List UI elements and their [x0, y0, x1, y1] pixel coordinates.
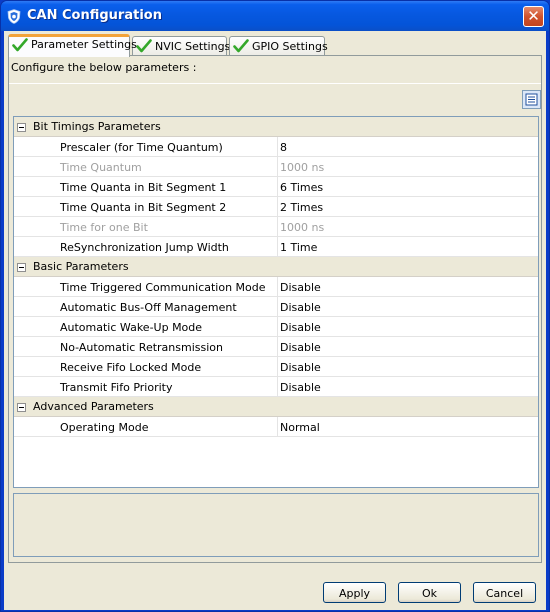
- param-value[interactable]: 2 Times: [280, 201, 323, 214]
- param-row-operating-mode[interactable]: Operating Mode Normal: [14, 417, 538, 437]
- param-row-wake-up-mode[interactable]: Automatic Wake-Up Mode Disable: [14, 317, 538, 337]
- tab-parameter-settings[interactable]: Parameter Settings: [8, 34, 137, 57]
- param-name: Automatic Wake-Up Mode: [60, 321, 203, 334]
- tab-nvic-settings[interactable]: NVIC Settings: [132, 36, 231, 56]
- view-toggle-button[interactable]: [522, 90, 541, 109]
- param-value[interactable]: Normal: [280, 421, 320, 434]
- check-icon: [233, 39, 249, 53]
- tab-label: Parameter Settings: [31, 38, 137, 51]
- param-name: Automatic Bus-Off Management: [60, 301, 237, 314]
- param-name: Transmit Fifo Priority: [60, 381, 173, 394]
- param-name: Time Quanta in Bit Segment 2: [60, 201, 227, 214]
- param-name: Time for one Bit: [60, 221, 148, 234]
- check-icon: [12, 38, 28, 52]
- param-name: Operating Mode: [60, 421, 149, 434]
- param-row-resync-jump-width[interactable]: ReSynchronization Jump Width 1 Time: [14, 237, 538, 257]
- param-row-time-for-one-bit: Time for one Bit 1000 ns: [14, 217, 538, 237]
- group-label: Basic Parameters: [33, 260, 129, 273]
- close-icon: ✕: [527, 7, 540, 25]
- param-value[interactable]: Disable: [280, 361, 321, 374]
- param-value[interactable]: Disable: [280, 381, 321, 394]
- param-row-prescaler[interactable]: Prescaler (for Time Quantum) 8: [14, 137, 538, 157]
- cancel-button[interactable]: Cancel: [473, 582, 536, 603]
- list-view-icon: [525, 93, 538, 106]
- group-header-advanced[interactable]: Advanced Parameters: [14, 397, 538, 417]
- param-name: No-Automatic Retransmission: [60, 341, 223, 354]
- collapse-icon[interactable]: [17, 403, 26, 412]
- group-header-basic[interactable]: Basic Parameters: [14, 257, 538, 277]
- param-value[interactable]: 1 Time: [280, 241, 317, 254]
- ok-button[interactable]: Ok: [398, 582, 461, 603]
- tab-label: GPIO Settings: [252, 40, 328, 53]
- param-name: Prescaler (for Time Quantum): [60, 141, 223, 154]
- param-value[interactable]: Disable: [280, 301, 321, 314]
- param-row-time-triggered-mode[interactable]: Time Triggered Communication Mode Disabl…: [14, 277, 538, 297]
- param-value: 1000 ns: [280, 161, 325, 174]
- param-row-bus-off-management[interactable]: Automatic Bus-Off Management Disable: [14, 297, 538, 317]
- param-name: ReSynchronization Jump Width: [60, 241, 229, 254]
- param-name: Time Quanta in Bit Segment 1: [60, 181, 227, 194]
- tab-strip: Parameter Settings NVIC Settings GPIO Se…: [8, 34, 542, 57]
- parameter-grid: Bit Timings Parameters Prescaler (for Ti…: [13, 116, 539, 488]
- param-value[interactable]: Disable: [280, 281, 321, 294]
- param-row-no-auto-retransmission[interactable]: No-Automatic Retransmission Disable: [14, 337, 538, 357]
- param-value[interactable]: Disable: [280, 321, 321, 334]
- title-bar[interactable]: CAN Configuration ✕: [1, 1, 549, 31]
- param-row-transmit-fifo-priority[interactable]: Transmit Fifo Priority Disable: [14, 377, 538, 397]
- param-row-time-quantum: Time Quantum 1000 ns: [14, 157, 538, 177]
- check-icon: [136, 39, 152, 53]
- group-header-bit-timings[interactable]: Bit Timings Parameters: [14, 117, 538, 137]
- close-button[interactable]: ✕: [523, 6, 544, 27]
- param-name: Receive Fifo Locked Mode: [60, 361, 202, 374]
- param-name: Time Triggered Communication Mode: [60, 281, 266, 294]
- group-label: Advanced Parameters: [33, 400, 154, 413]
- param-value[interactable]: 6 Times: [280, 181, 323, 194]
- tab-label: NVIC Settings: [155, 40, 231, 53]
- param-row-bit-segment-2[interactable]: Time Quanta in Bit Segment 2 2 Times: [14, 197, 538, 217]
- param-value[interactable]: Disable: [280, 341, 321, 354]
- collapse-icon[interactable]: [17, 263, 26, 272]
- tab-gpio-settings[interactable]: GPIO Settings: [229, 36, 328, 56]
- parameter-settings-panel: Configure the below parameters : Bit Tim…: [8, 55, 542, 563]
- param-row-receive-fifo-locked[interactable]: Receive Fifo Locked Mode Disable: [14, 357, 538, 377]
- divider: [9, 83, 541, 84]
- window-title: CAN Configuration: [27, 8, 162, 23]
- shield-icon: [7, 9, 21, 24]
- param-value[interactable]: 8: [280, 141, 287, 154]
- panel-description: Configure the below parameters :: [11, 61, 197, 74]
- param-name: Time Quantum: [60, 161, 142, 174]
- collapse-icon[interactable]: [17, 123, 26, 132]
- param-row-bit-segment-1[interactable]: Time Quanta in Bit Segment 1 6 Times: [14, 177, 538, 197]
- dialog-body: Parameter Settings NVIC Settings GPIO Se…: [4, 31, 546, 610]
- apply-button[interactable]: Apply: [323, 582, 386, 603]
- group-label: Bit Timings Parameters: [33, 120, 161, 133]
- parameter-description-box: [13, 493, 539, 557]
- can-configuration-dialog: CAN Configuration ✕ Parameter Settings N…: [0, 0, 550, 612]
- param-value: 1000 ns: [280, 221, 325, 234]
